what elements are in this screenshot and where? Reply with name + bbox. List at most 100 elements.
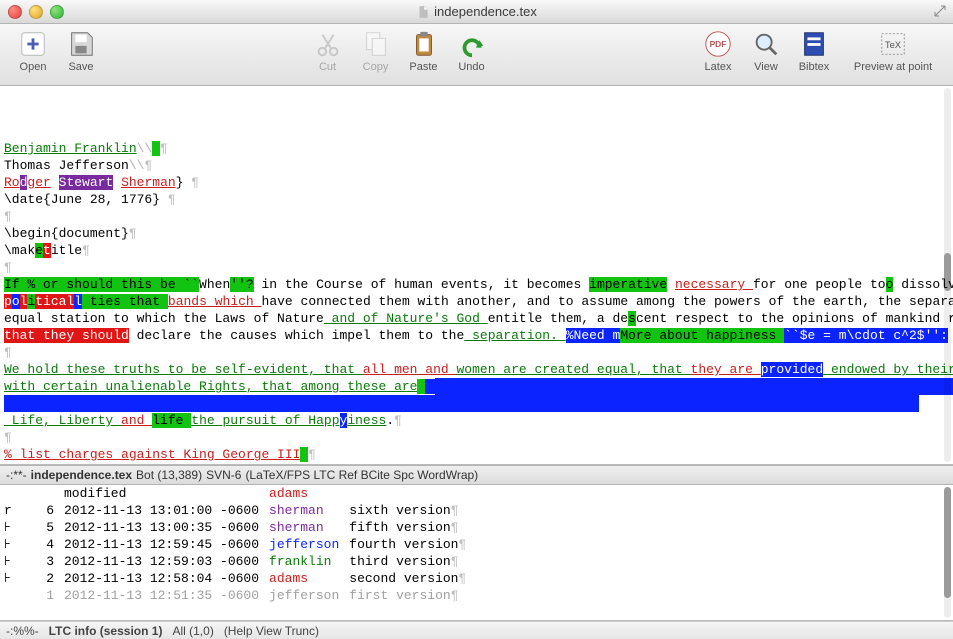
row-author: adams xyxy=(269,570,349,587)
toolbar-group-edit: Cut Copy Paste Undo xyxy=(305,28,495,73)
copy-label: Copy xyxy=(363,61,389,73)
t: Benjamin Franklin xyxy=(4,141,137,156)
traffic-lights xyxy=(8,5,64,19)
row-rev: 2 xyxy=(30,570,64,587)
history-row[interactable]: ⊦42012-11-13 12:59:45 -0600jeffersonfour… xyxy=(4,536,476,553)
buffer-name: independence.tex xyxy=(31,468,132,482)
row-marker: r xyxy=(4,502,30,519)
scrollbar-thumb[interactable] xyxy=(944,253,951,291)
undo-icon xyxy=(456,28,488,60)
toolbar-group-latex: PDF Latex View Bibtex xyxy=(695,28,837,73)
buffer-flags: -:**- xyxy=(6,468,27,482)
open-button[interactable]: Open xyxy=(10,28,56,73)
row-marker: ⊦ xyxy=(4,519,30,536)
hdr-modified: modified xyxy=(64,485,269,502)
row-timestamp: 2012-11-13 12:59:45 -0600 xyxy=(64,536,269,553)
info-modes: (Help View Trunc) xyxy=(224,624,319,638)
bibtex-icon xyxy=(798,28,830,60)
history-row[interactable]: ⊦22012-11-13 12:58:04 -0600adamssecond v… xyxy=(4,570,476,587)
cut-button: Cut xyxy=(305,28,351,73)
toolbar: Open Save Cut Copy Paste Und xyxy=(0,24,953,86)
row-rev: 1 xyxy=(30,587,64,604)
paste-button[interactable]: Paste xyxy=(401,28,447,73)
row-marker: ⊦ xyxy=(4,536,30,553)
modeline: -:**- independence.tex Bot (13,389) SVN-… xyxy=(0,465,953,485)
preview-button[interactable]: TeX Preview at point xyxy=(843,28,943,73)
row-author: jefferson xyxy=(269,536,349,553)
row-timestamp: 2012-11-13 13:01:00 -0600 xyxy=(64,502,269,519)
row-desc: fifth version¶ xyxy=(349,519,476,536)
paste-label: Paste xyxy=(409,61,437,73)
major-modes: (LaTeX/FPS LTC Ref BCite Spc WordWrap) xyxy=(245,468,478,482)
row-marker xyxy=(4,587,30,604)
latex-label: Latex xyxy=(705,61,732,73)
history-row[interactable]: ⊦52012-11-13 13:00:35 -0600shermanfifth … xyxy=(4,519,476,536)
undo-label: Undo xyxy=(458,61,484,73)
undo-button[interactable]: Undo xyxy=(449,28,495,73)
zoom-icon[interactable] xyxy=(50,5,64,19)
view-label: View xyxy=(754,61,778,73)
info-buffer: LTC info (session 1) xyxy=(49,624,163,638)
view-button[interactable]: View xyxy=(743,28,789,73)
titlebar: independence.tex xyxy=(0,0,953,24)
row-desc: second version¶ xyxy=(349,570,476,587)
copy-button: Copy xyxy=(353,28,399,73)
close-icon[interactable] xyxy=(8,5,22,19)
window: independence.tex Open Save Cut xyxy=(0,0,953,639)
save-button[interactable]: Save xyxy=(58,28,104,73)
row-marker: ⊦ xyxy=(4,553,30,570)
text-cursor xyxy=(425,379,435,394)
paste-icon xyxy=(408,28,440,60)
title-text: independence.tex xyxy=(434,4,537,19)
toolbar-group-file: Open Save xyxy=(10,28,104,73)
row-timestamp: 2012-11-13 12:51:35 -0600 xyxy=(64,587,269,604)
open-label: Open xyxy=(20,61,47,73)
row-author: franklin xyxy=(269,553,349,570)
row-rev: 5 xyxy=(30,519,64,536)
history-row[interactable]: r62012-11-13 13:01:00 -0600shermansixth … xyxy=(4,502,476,519)
history-table: modified adams r62012-11-13 13:01:00 -06… xyxy=(4,485,476,604)
cut-icon xyxy=(312,28,344,60)
svg-text:PDF: PDF xyxy=(710,39,727,49)
info-position: All (1,0) xyxy=(172,624,213,638)
resize-icon[interactable] xyxy=(933,4,947,21)
view-icon xyxy=(750,28,782,60)
latex-button[interactable]: PDF Latex xyxy=(695,28,741,73)
row-timestamp: 2012-11-13 12:59:03 -0600 xyxy=(64,553,269,570)
buffer-position: Bot (13,389) xyxy=(136,468,202,482)
row-author: sherman xyxy=(269,519,349,536)
document-icon xyxy=(416,5,430,19)
minimize-icon[interactable] xyxy=(29,5,43,19)
bibtex-button[interactable]: Bibtex xyxy=(791,28,837,73)
editor-scrollbar[interactable] xyxy=(944,88,951,462)
row-desc: sixth version¶ xyxy=(349,502,476,519)
save-label: Save xyxy=(68,61,93,73)
info-flags: -:%%- xyxy=(6,624,39,638)
save-icon xyxy=(65,28,97,60)
latex-icon: PDF xyxy=(702,28,734,60)
row-rev: 6 xyxy=(30,502,64,519)
row-rev: 3 xyxy=(30,553,64,570)
preview-icon: TeX xyxy=(877,28,909,60)
hdr-author: adams xyxy=(269,485,349,502)
preview-label: Preview at point xyxy=(854,61,932,73)
row-desc: first version¶ xyxy=(349,587,476,604)
row-rev: 4 xyxy=(30,536,64,553)
history-scrollbar[interactable] xyxy=(944,487,951,618)
editor-pane[interactable]: Benjamin Franklin\\ ¶ Thomas Jefferson\\… xyxy=(0,86,953,465)
history-header: modified adams xyxy=(4,485,476,502)
row-timestamp: 2012-11-13 13:00:35 -0600 xyxy=(64,519,269,536)
history-row[interactable]: 12012-11-13 12:51:35 -0600jeffersonfirst… xyxy=(4,587,476,604)
open-icon xyxy=(17,28,49,60)
bibtex-label: Bibtex xyxy=(799,61,830,73)
row-desc: third version¶ xyxy=(349,553,476,570)
history-scrollbar-thumb[interactable] xyxy=(944,487,951,598)
row-desc: fourth version¶ xyxy=(349,536,476,553)
copy-icon xyxy=(360,28,392,60)
editor-content[interactable]: Benjamin Franklin\\ ¶ Thomas Jefferson\\… xyxy=(0,120,953,465)
history-row[interactable]: ⊦32012-11-13 12:59:03 -0600franklinthird… xyxy=(4,553,476,570)
cut-label: Cut xyxy=(319,61,336,73)
history-pane[interactable]: modified adams r62012-11-13 13:01:00 -06… xyxy=(0,485,953,621)
vcs-status: SVN-6 xyxy=(206,468,241,482)
window-title: independence.tex xyxy=(416,4,537,19)
